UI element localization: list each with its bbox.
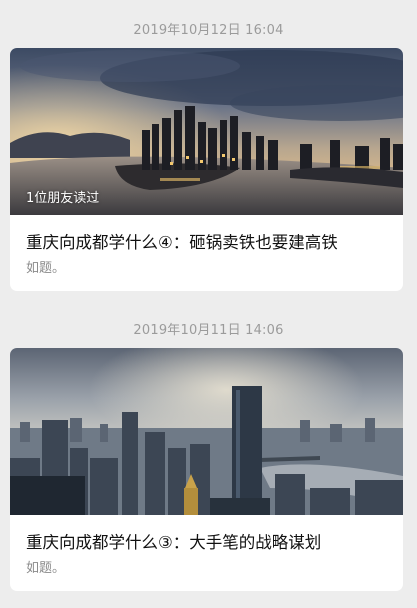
article-description: 如题。 [26, 261, 66, 276]
article-description: 如题。 [26, 561, 66, 576]
article-cover-image[interactable]: 1位朋友读过 [10, 48, 403, 215]
timestamp-article-1: 2019年10月12日 16:04 [133, 23, 284, 38]
friends-read-badge: 1位朋友读过 [26, 191, 100, 206]
article-cover-image[interactable] [10, 348, 403, 515]
article-card-2[interactable]: 重庆向成都学什么③：大手笔的战略谋划 如题。 [10, 348, 403, 591]
article-title[interactable]: 重庆向成都学什么④：砸锅卖铁也要建高铁 [26, 229, 338, 253]
article-card-1[interactable]: 1位朋友读过 重庆向成都学什么④：砸锅卖铁也要建高铁 如题。 [10, 48, 403, 291]
timestamp-article-2: 2019年10月11日 14:06 [133, 323, 284, 338]
article-title[interactable]: 重庆向成都学什么③：大手笔的战略谋划 [26, 529, 321, 553]
aerial-city-image [10, 348, 403, 515]
